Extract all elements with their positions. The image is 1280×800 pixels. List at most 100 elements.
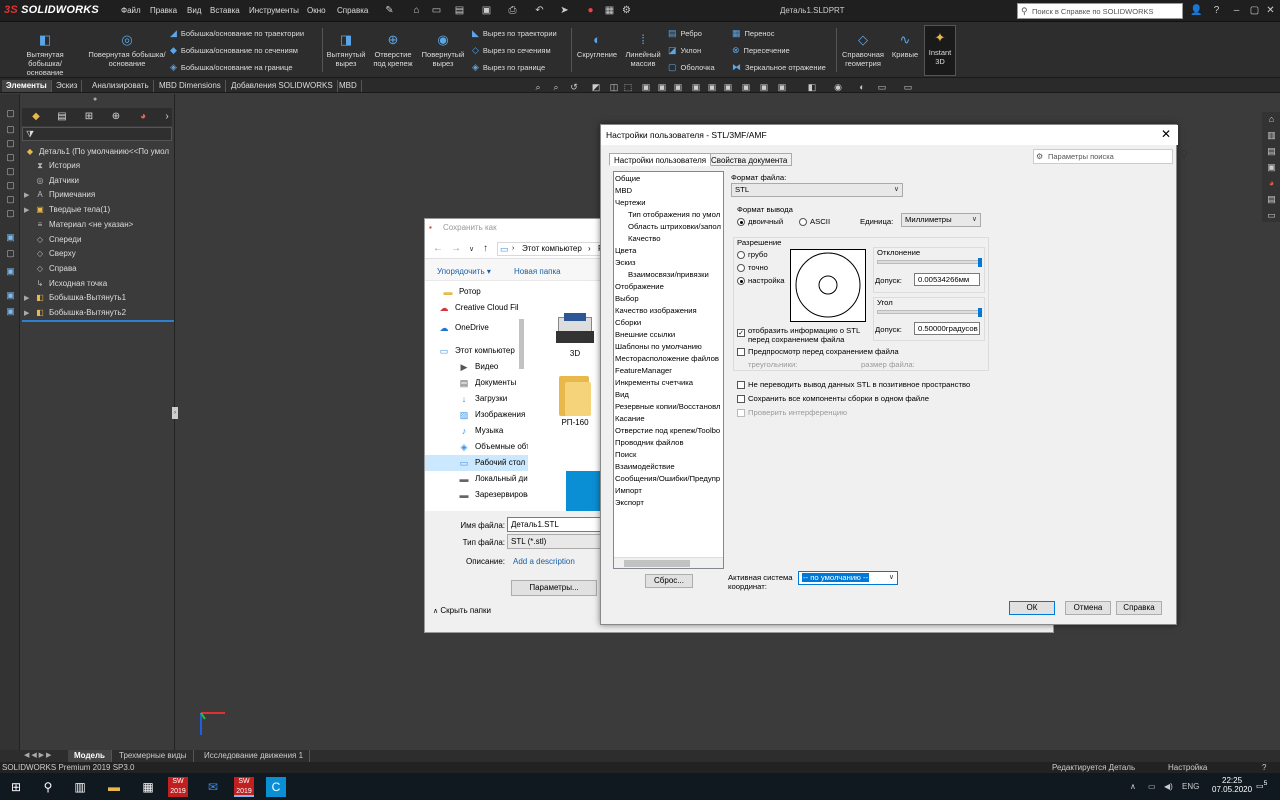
options-category-item[interactable]: Касание: [615, 413, 645, 425]
options-category-item[interactable]: Отверстие под крепеж/Toolbo: [615, 425, 720, 437]
hole-wizard-button[interactable]: ⊕ Отверстие под крепеж: [368, 32, 418, 68]
tab-mbd[interactable]: MBD: [335, 80, 362, 92]
configuration-manager-tab-icon[interactable]: ⊞: [82, 110, 96, 124]
instant3d-button[interactable]: ✦ Instant 3D: [924, 25, 956, 76]
scroll-thumb[interactable]: [624, 560, 690, 567]
sketch-tool-icon[interactable]: ▢: [4, 180, 17, 193]
nav-item[interactable]: ▤ Документы: [425, 375, 528, 391]
add-description-link[interactable]: Add a description: [513, 557, 575, 566]
curves-button[interactable]: ∿ Кривые: [889, 32, 921, 59]
design-library-icon[interactable]: ▤: [1265, 146, 1278, 159]
rib-button[interactable]: ▤ Ребро: [668, 28, 702, 39]
expand-arrow-icon[interactable]: ▶: [24, 307, 34, 321]
custom-properties-icon[interactable]: ▤: [1265, 194, 1278, 207]
search-icon[interactable]: ⚲: [38, 777, 58, 797]
save-all-checkbox[interactable]: [737, 395, 745, 403]
feature-tool-icon[interactable]: ▣: [4, 232, 17, 245]
menu-tools[interactable]: Инструменты: [249, 6, 299, 15]
file-explorer-icon[interactable]: ▣: [1265, 162, 1278, 175]
nav-item[interactable]: ▭ Этот компьютер: [425, 343, 528, 359]
forum-icon[interactable]: ▭: [1265, 210, 1278, 223]
tab-3d-views[interactable]: Трехмерные виды: [113, 750, 194, 762]
options-category-item[interactable]: Экспорт: [615, 497, 644, 509]
deviation-slider-thumb[interactable]: [978, 258, 982, 267]
boundary-boss-button[interactable]: ◈ Бобышка/основание на границе: [170, 62, 293, 73]
tab-evaluate[interactable]: Анализировать: [88, 80, 154, 92]
options-category-item[interactable]: Чертежи: [615, 197, 646, 209]
loft-cut-button[interactable]: ◇ Вырез по сечениям: [472, 45, 551, 56]
options-category-item[interactable]: Сборки: [615, 317, 641, 329]
nav-item[interactable]: ▬ Ротор: [425, 284, 528, 300]
dimxpert-tab-icon[interactable]: ⊕: [109, 110, 123, 124]
address-bar[interactable]: ▭›Этот компьютер›Р: [497, 242, 607, 256]
task-view-icon[interactable]: ▥: [70, 777, 90, 797]
menu-window[interactable]: Окно: [307, 6, 326, 15]
hide-folders-toggle[interactable]: ∧ Скрыть папки: [433, 606, 491, 615]
options-category-item[interactable]: Импорт: [615, 485, 642, 497]
notifications-icon[interactable]: ▭5: [1256, 780, 1267, 791]
menu-view[interactable]: Вид: [187, 6, 201, 15]
more-tabs-icon[interactable]: ›: [160, 110, 174, 124]
feature-tool-icon[interactable]: ▣: [4, 290, 17, 303]
appearances-icon[interactable]: ◕: [1265, 178, 1278, 191]
feature-tool-icon[interactable]: ▢: [4, 248, 17, 261]
menu-insert[interactable]: Вставка: [210, 6, 240, 15]
tree-filter[interactable]: ⧩: [22, 127, 172, 141]
options-category-item[interactable]: Область штриховки/запол: [628, 221, 721, 233]
forward-arrow-icon[interactable]: →: [451, 243, 461, 254]
deviation-slider[interactable]: [877, 260, 981, 264]
options-category-list[interactable]: Общие MBD Чертежи Тип отображения по умол Об…: [613, 171, 724, 569]
solidworks-taskbar-icon[interactable]: SW 2019: [168, 777, 188, 797]
options-category-item[interactable]: Проводник файлов: [615, 437, 684, 449]
preview-checkbox[interactable]: [737, 348, 745, 356]
options-category-item[interactable]: Инкременты счетчика: [615, 377, 693, 389]
feature-manager-tab-icon[interactable]: ◆: [29, 110, 43, 124]
minimize-icon[interactable]: –: [1230, 4, 1243, 17]
revolve-boss-button[interactable]: ◎ Повернутая бобышка/основание: [88, 32, 166, 68]
new-file-icon[interactable]: ▭: [430, 4, 443, 17]
tab-user-settings[interactable]: Настройки пользователя: [609, 153, 712, 166]
options-category-item[interactable]: Поиск: [615, 449, 636, 461]
options-category-item[interactable]: MBD: [615, 185, 632, 197]
ok-button[interactable]: ОК: [1009, 601, 1055, 615]
network-icon[interactable]: ▭: [1148, 782, 1156, 791]
boundary-cut-button[interactable]: ◈ Вырез по границе: [472, 62, 545, 73]
nav-item[interactable]: ☁ Creative Cloud Fil: [425, 300, 528, 316]
restore-icon[interactable]: ▢: [1248, 4, 1261, 17]
tray-chevron-icon[interactable]: ∧: [1130, 782, 1136, 791]
tree-item[interactable]: ⧗ История: [24, 159, 80, 173]
options-category-item[interactable]: FeatureManager: [615, 365, 672, 377]
solidworks-logo[interactable]: 3S SOLIDWORKS: [4, 4, 99, 16]
tree-item[interactable]: ▶ ◧ Бобышка-Вытянуть2: [24, 306, 126, 320]
collapse-panel-handle[interactable]: ›: [172, 407, 178, 419]
options-category-item[interactable]: Вид: [615, 389, 629, 401]
angle-tolerance-input[interactable]: 0.50000градусов: [914, 322, 980, 335]
clock[interactable]: 22:25 07.05.2020: [1212, 776, 1252, 794]
undo-icon[interactable]: ↶: [533, 4, 546, 17]
show-info-checkbox[interactable]: ✓: [737, 329, 745, 337]
sketch-tool-icon[interactable]: ▢: [4, 166, 17, 179]
tree-root-part[interactable]: ◆ Деталь1 (По умолчанию<<По умол: [24, 145, 169, 159]
resources-icon[interactable]: ▥: [1265, 130, 1278, 143]
property-manager-tab-icon[interactable]: ▤: [55, 110, 69, 124]
file-item-3d[interactable]: 3D: [546, 311, 604, 358]
extrude-boss-button[interactable]: ◧ Вытянутая бобышка/основание: [22, 32, 68, 77]
pin-icon[interactable]: ✎: [383, 4, 396, 17]
help-question-icon[interactable]: ?: [1210, 4, 1223, 17]
nav-item[interactable]: ♪ Музыка: [425, 423, 528, 439]
view-icon[interactable]: ▣: [758, 82, 770, 93]
tree-item[interactable]: ↳ Исходная точка: [24, 277, 108, 291]
nav-item[interactable]: ↓ Загрузки: [425, 391, 528, 407]
nav-item[interactable]: ▨ Изображения: [425, 407, 528, 423]
nav-item[interactable]: ▬ Локальный дис: [425, 471, 529, 487]
creo-icon[interactable]: C: [266, 777, 286, 797]
hide-show-icon[interactable]: ◧: [806, 82, 818, 93]
expand-arrow-icon[interactable]: ▶: [24, 204, 34, 218]
units-select[interactable]: Миллиметры ∨: [901, 213, 981, 227]
options-category-item[interactable]: Качество изображения: [615, 305, 697, 317]
shell-button[interactable]: ▢ Оболочка: [668, 62, 715, 73]
loft-boss-button[interactable]: ◆ Бобышка/основание по сечениям: [170, 45, 298, 56]
print-icon[interactable]: ⎙: [506, 4, 519, 17]
tab-document-properties[interactable]: Свойства документа: [707, 153, 793, 166]
zoom-fit-icon[interactable]: ⌕: [532, 82, 544, 93]
